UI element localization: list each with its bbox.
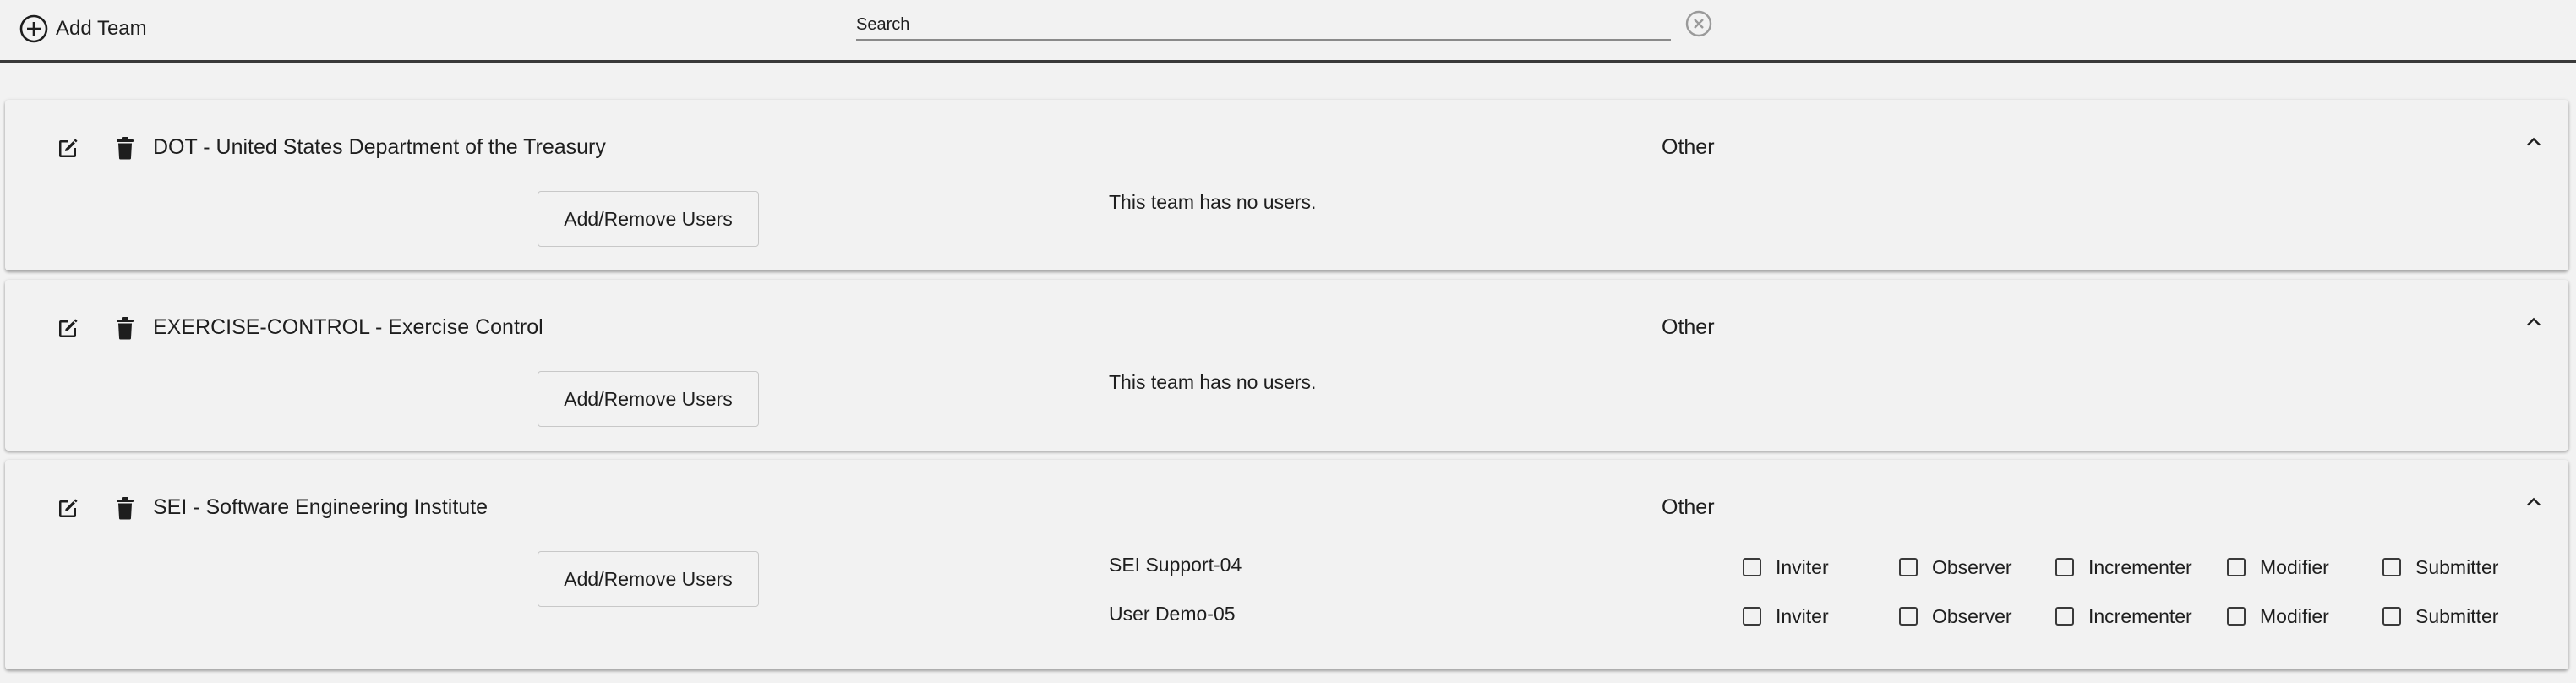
clear-search-icon[interactable] [1684,9,1713,38]
role-observer[interactable]: Observer [1899,550,2012,584]
role-incrementer[interactable]: Incrementer [2055,550,2192,584]
add-team-label: Add Team [56,17,147,40]
chevron-up-icon[interactable] [2522,130,2546,154]
role-label: Incrementer [2088,555,2192,578]
user-row: User Demo-05 Inviter Observer Incrementer Mo… [1109,599,2546,633]
checkbox-incrementer[interactable] [2055,607,2074,626]
role-label: Observer [1932,604,2012,627]
role-submitter[interactable]: Submitter [2382,599,2498,633]
role-label: Inviter [1776,555,1829,578]
checkbox-incrementer[interactable] [2055,558,2074,576]
user-row: SEI Support-04 Inviter Observer Incrementer… [1109,550,2546,584]
role-label: Inviter [1776,604,1829,627]
delete-icon[interactable] [113,495,137,521]
edit-icon[interactable] [56,137,79,161]
delete-icon[interactable] [113,315,137,341]
team-card: DOT - United States Department of the Tr… [5,100,2568,270]
chevron-up-icon[interactable] [2522,310,2546,334]
role-label: Submitter [2415,604,2499,627]
checkbox-observer[interactable] [1899,607,1918,626]
user-name: User Demo-05 [1109,603,1236,625]
team-name: SEI - Software Engineering Institute [153,495,488,519]
team-card: EXERCISE-CONTROL - Exercise Control Othe… [5,280,2568,451]
add-remove-users-button[interactable]: Add/Remove Users [538,371,759,427]
role-label: Incrementer [2088,604,2192,627]
add-team-button[interactable]: Add Team [19,12,147,46]
role-submitter[interactable]: Submitter [2382,550,2498,584]
delete-icon[interactable] [113,135,137,161]
no-users-message: This team has no users. [1109,371,1317,393]
chevron-up-icon[interactable] [2522,490,2546,514]
team-type: Other [1662,315,1715,339]
team-type: Other [1662,495,1715,519]
checkbox-modifier[interactable] [2227,558,2246,576]
search-input[interactable] [856,12,1671,37]
search-field [856,12,1671,41]
no-users-message: This team has no users. [1109,191,1317,213]
checkbox-inviter[interactable] [1743,558,1761,576]
team-type: Other [1662,135,1715,159]
role-modifier[interactable]: Modifier [2227,599,2329,633]
role-label: Modifier [2260,604,2329,627]
edit-icon[interactable] [56,317,79,341]
team-name: EXERCISE-CONTROL - Exercise Control [153,315,543,339]
role-incrementer[interactable]: Incrementer [2055,599,2192,633]
user-name: SEI Support-04 [1109,554,1242,576]
toolbar: Add Team [0,0,2576,63]
checkbox-modifier[interactable] [2227,607,2246,626]
role-observer[interactable]: Observer [1899,599,2012,633]
checkbox-observer[interactable] [1899,558,1918,576]
checkbox-inviter[interactable] [1743,607,1761,626]
role-modifier[interactable]: Modifier [2227,550,2329,584]
add-remove-users-button[interactable]: Add/Remove Users [538,191,759,247]
add-circle-icon [19,14,48,43]
checkbox-submitter[interactable] [2382,607,2401,626]
role-label: Observer [1932,555,2012,578]
team-card: SEI - Software Engineering Institute Oth… [5,460,2568,669]
edit-icon[interactable] [56,497,79,521]
role-label: Submitter [2415,555,2499,578]
team-name: DOT - United States Department of the Tr… [153,135,606,159]
checkbox-submitter[interactable] [2382,558,2401,576]
role-inviter[interactable]: Inviter [1743,599,1829,633]
add-remove-users-button[interactable]: Add/Remove Users [538,551,759,607]
role-inviter[interactable]: Inviter [1743,550,1829,584]
role-label: Modifier [2260,555,2329,578]
